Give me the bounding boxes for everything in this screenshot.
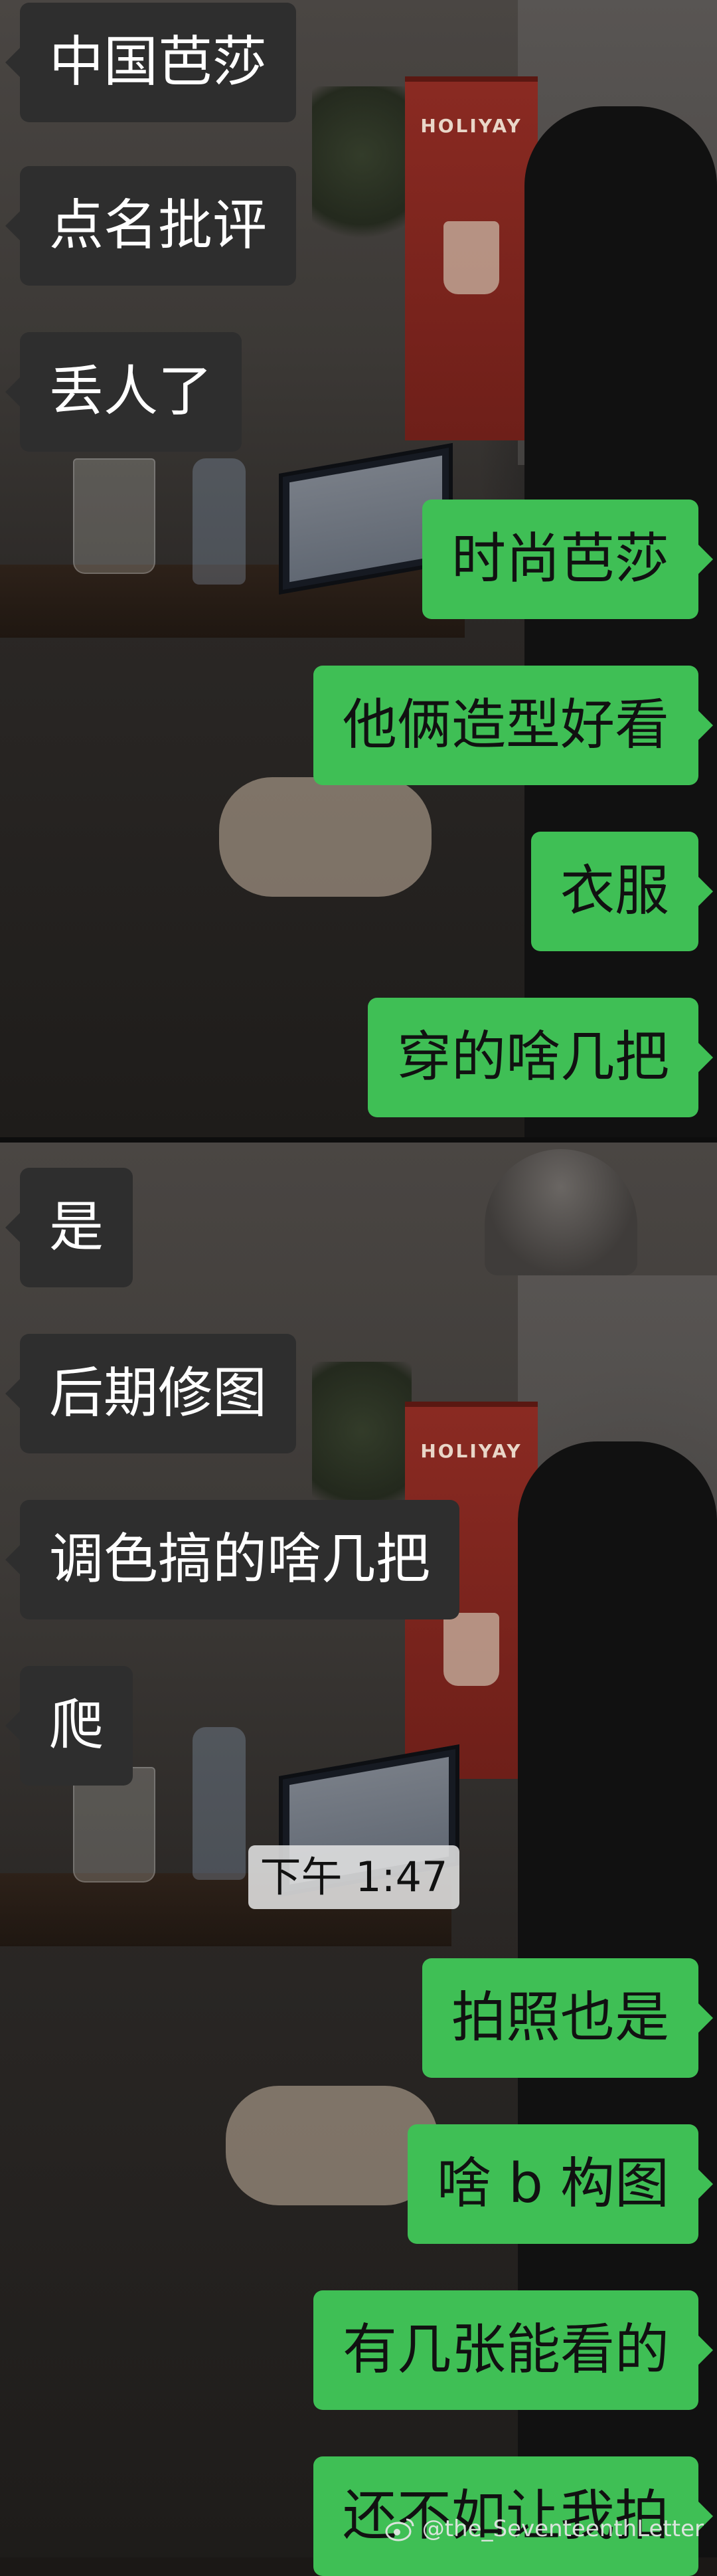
banner-cup-image xyxy=(443,1613,499,1686)
arm xyxy=(226,2086,438,2205)
chat-screenshot-1: HOLIYAY 中国芭莎 点名批评 丢人了 时尚芭莎 他俩造型好看 衣服 穿的啥… xyxy=(0,0,717,1143)
message-outgoing[interactable]: 衣服 xyxy=(530,832,714,951)
message-incoming[interactable]: 点名批评 xyxy=(5,166,297,286)
message-incoming[interactable]: 丢人了 xyxy=(5,332,242,452)
message-outgoing[interactable]: 有几张能看的 xyxy=(313,2290,714,2410)
message-outgoing[interactable]: 他俩造型好看 xyxy=(313,666,714,785)
weibo-watermark: @the_SeventeenthLetter xyxy=(385,2512,704,2545)
message-incoming[interactable]: 是 xyxy=(5,1168,133,1287)
water-bottle xyxy=(193,1727,246,1880)
weibo-icon xyxy=(385,2518,414,2541)
watermark-text: @the_SeventeenthLetter xyxy=(422,2516,704,2542)
arm xyxy=(219,777,432,897)
message-incoming[interactable]: 后期修图 xyxy=(5,1334,297,1453)
christmas-tree xyxy=(312,86,412,259)
message-outgoing[interactable]: 拍照也是 xyxy=(422,1958,714,2078)
holiday-banner: HOLIYAY xyxy=(405,76,538,440)
banner-cup-image xyxy=(443,221,499,294)
message-outgoing[interactable]: 时尚芭莎 xyxy=(422,500,714,619)
drink-cup xyxy=(73,458,155,574)
banner-text: HOLIYAY xyxy=(420,115,522,137)
water-bottle xyxy=(193,458,246,585)
banner-text: HOLIYAY xyxy=(420,1440,522,1462)
message-outgoing[interactable]: 穿的啥几把 xyxy=(367,998,714,1117)
message-incoming[interactable]: 爬 xyxy=(5,1666,133,1786)
message-incoming[interactable]: 调色搞的啥几把 xyxy=(5,1500,460,1619)
message-timestamp: 下午 1:47 xyxy=(248,1845,459,1909)
message-incoming[interactable]: 中国芭莎 xyxy=(5,3,297,122)
person-silhouette xyxy=(524,106,717,1143)
message-outgoing[interactable]: 啥 b 构图 xyxy=(407,2124,714,2244)
